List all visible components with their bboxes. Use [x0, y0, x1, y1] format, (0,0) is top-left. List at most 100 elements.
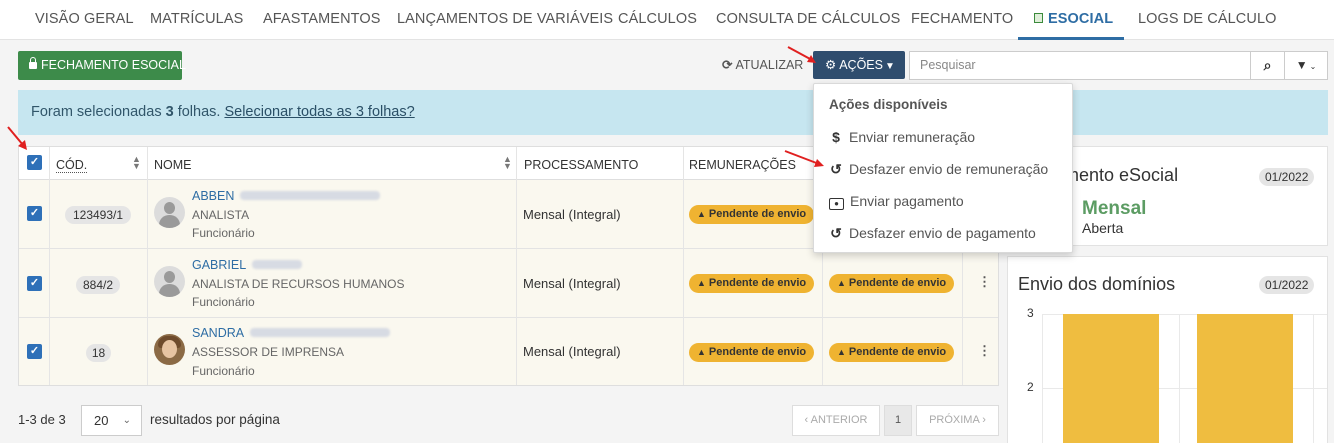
tab-visao-geral[interactable]: VISÃO GERAL	[35, 11, 134, 27]
table-row[interactable]: ✓ 18 SANDRA ASSESSOR DE IMPRENSA Funcion…	[19, 318, 998, 385]
col-remuneracoes: REMUNERAÇÕES	[689, 158, 796, 172]
annotation-arrow	[7, 126, 27, 150]
col-processamento: PROCESSAMENTO	[524, 158, 639, 172]
banner-suffix: folhas.	[173, 104, 225, 120]
menu-item-desfazer-remuneracao[interactable]: ↺ Desfazer envio de remuneração	[829, 161, 1048, 178]
tab-calculos[interactable]: CÁLCULOS	[618, 11, 697, 27]
per-page-select[interactable]: 20 ⌄	[81, 405, 142, 436]
undo-icon: ↺	[830, 161, 842, 177]
category-gridline	[1313, 314, 1314, 443]
row-checkbox[interactable]: ✓	[27, 206, 42, 221]
top-nav: VISÃO GERAL MATRÍCULAS AFASTAMENTOS LANÇ…	[0, 0, 1334, 40]
menu-item-enviar-pagamento[interactable]: ● Enviar pagamento	[829, 193, 964, 210]
employee-role: ANALISTA	[192, 208, 250, 222]
warning-icon: ▲	[837, 278, 846, 288]
tab-consulta-calculos[interactable]: CONSULTA DE CÁLCULOS	[716, 11, 900, 27]
menu-item-desfazer-pagamento[interactable]: ↺ Desfazer envio de pagamento	[829, 225, 1036, 242]
page-1-button[interactable]: 1	[884, 405, 912, 436]
tab-esocial-label: ESOCIAL	[1048, 11, 1114, 27]
warning-icon: ▲	[837, 347, 846, 357]
sort-icon[interactable]: ▲ ▼	[503, 155, 512, 171]
processamento-value: Mensal (Integral)	[523, 344, 621, 359]
pagamento-status-badge: ▲ Pendente de envio	[829, 343, 955, 362]
row-menu-icon[interactable]: ⋮	[978, 343, 991, 359]
search-input[interactable]: Pesquisar	[909, 51, 1251, 80]
status-subvalue: Aberta	[1082, 220, 1124, 236]
acoes-label: AÇÕES	[839, 58, 883, 72]
avatar	[154, 197, 185, 228]
search-button[interactable]: ⌕	[1250, 51, 1285, 80]
sort-icon[interactable]: ▲ ▼	[132, 155, 141, 171]
remuneracao-status-badge: ▲ Pendente de envio	[689, 205, 815, 224]
y-tick-label: 2	[1027, 380, 1034, 394]
tab-esocial[interactable]: ESOCIAL	[1034, 11, 1113, 27]
fechamento-esocial-label: FECHAMENTO ESOCIAL	[41, 58, 186, 72]
y-tick-label: 3	[1027, 306, 1034, 320]
employee-name[interactable]: ABBEN	[192, 189, 381, 203]
avatar	[154, 334, 185, 365]
dominios-chart: 32	[1008, 257, 1327, 443]
warning-icon: ▲	[697, 347, 706, 357]
row-checkbox[interactable]: ✓	[27, 276, 42, 291]
tab-logs-calculo[interactable]: LOGS DE CÁLCULO	[1138, 11, 1277, 27]
banner-prefix: Foram selecionadas	[31, 104, 166, 120]
status-value: Mensal	[1082, 198, 1147, 219]
gears-icon: ⚙	[825, 58, 837, 72]
period-badge: 01/2022	[1259, 168, 1315, 186]
menu-item-enviar-remuneracao[interactable]: $ Enviar remuneração	[829, 129, 975, 145]
employee-type: Funcionário	[192, 295, 255, 309]
active-tab-indicator	[1018, 37, 1124, 40]
annotation-arrow	[787, 46, 816, 63]
column-divider	[683, 147, 684, 385]
col-cod[interactable]: CÓD.	[56, 158, 88, 173]
filter-button[interactable]: ▼ ⌄	[1284, 51, 1328, 80]
chart-bar[interactable]	[1197, 314, 1293, 443]
selection-banner: Foram selecionadas 3 folhas. Selecionar …	[18, 90, 1328, 135]
row-menu-icon[interactable]: ⋮	[978, 274, 991, 290]
prev-page-button[interactable]: ‹ ANTERIOR	[792, 405, 880, 436]
tab-matriculas[interactable]: MATRÍCULAS	[150, 11, 243, 27]
filter-icon: ▼	[1295, 58, 1308, 72]
column-divider	[147, 147, 148, 385]
chart-bar[interactable]	[1063, 314, 1159, 443]
acoes-button[interactable]: ⚙ AÇÕES ▼	[813, 51, 905, 79]
banner-count: 3	[165, 104, 174, 120]
chevron-down-icon: ⌄	[1309, 62, 1317, 71]
employee-role: ASSESSOR DE IMPRENSA	[192, 345, 345, 359]
undo-icon: ↺	[830, 225, 842, 241]
cod-pill: 884/2	[76, 276, 120, 294]
table-row[interactable]: ✓ 884/2 GABRIEL ANALISTA DE RECURSOS HUM…	[19, 249, 998, 318]
fechamento-esocial-button[interactable]: FECHAMENTO ESOCIAL	[18, 51, 186, 80]
tab-fechamento[interactable]: FECHAMENTO	[911, 11, 1013, 27]
pagamento-status-badge: ▲ Pendente de envio	[829, 274, 955, 293]
employee-type: Funcionário	[192, 226, 255, 240]
chevron-down-icon: ⌄	[122, 415, 131, 426]
warning-icon: ▲	[697, 209, 706, 219]
results-count: 1-3 de 3	[18, 412, 66, 427]
money-icon: ●	[829, 198, 844, 210]
envio-dominios-card: Envio dos domínios 01/2022 32	[1007, 256, 1328, 443]
tab-afastamentos[interactable]: AFASTAMENTOS	[263, 11, 381, 27]
employee-type: Funcionário	[192, 364, 255, 378]
next-page-button[interactable]: PRÓXIMA ›	[916, 405, 999, 436]
tab-lancamentos[interactable]: LANÇAMENTOS DE VARIÁVEIS	[397, 11, 613, 27]
select-all-link[interactable]: Selecionar todas as 3 folhas?	[224, 104, 414, 120]
employee-name[interactable]: GABRIEL	[192, 258, 303, 272]
dollar-icon: $	[832, 129, 840, 145]
chevron-down-icon: ▼	[884, 61, 895, 72]
card-title: mento eSocial	[1064, 165, 1179, 185]
category-gridline	[1179, 314, 1180, 443]
employee-name[interactable]: SANDRA	[192, 326, 391, 340]
annotation-arrow	[784, 150, 824, 167]
col-nome[interactable]: NOME	[154, 158, 192, 172]
select-all-checkbox[interactable]: ✓	[27, 155, 42, 170]
processamento-value: Mensal (Integral)	[523, 207, 621, 222]
column-divider	[49, 147, 50, 385]
avatar	[154, 266, 185, 297]
remuneracao-status-badge: ▲ Pendente de envio	[689, 343, 815, 362]
row-checkbox[interactable]: ✓	[27, 344, 42, 359]
employee-role: ANALISTA DE RECURSOS HUMANOS	[192, 277, 405, 291]
refresh-icon: ⟳	[722, 58, 733, 72]
processamento-value: Mensal (Integral)	[523, 276, 621, 291]
esocial-icon	[1034, 13, 1043, 23]
